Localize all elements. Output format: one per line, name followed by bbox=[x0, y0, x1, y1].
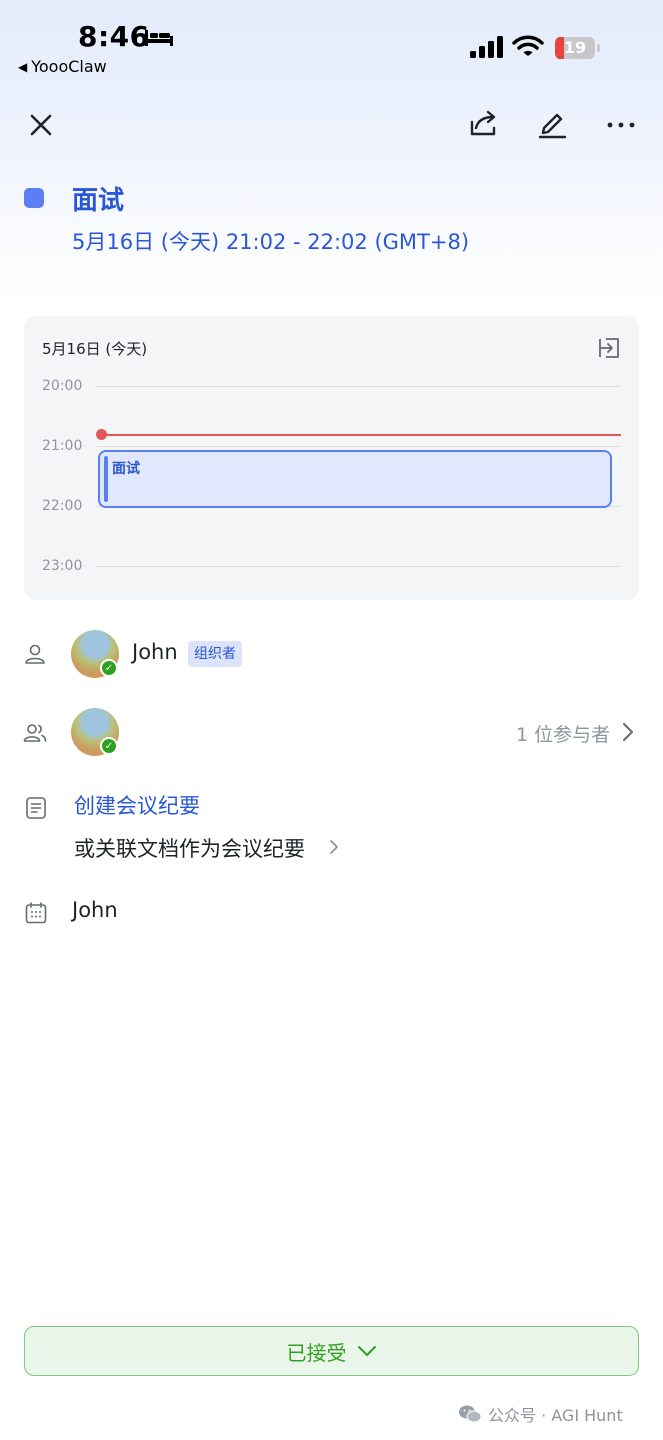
organizer-name: John bbox=[132, 640, 178, 664]
hour-line bbox=[96, 566, 620, 567]
organizer-badge: 组织者 bbox=[188, 641, 242, 667]
calendar-owner: John bbox=[72, 898, 118, 922]
day-preview-card[interactable]: 5月16日 (今天) 20:00 21:00 22:00 23:00 面试 bbox=[24, 316, 639, 600]
accepted-check-icon: ✓ bbox=[100, 659, 118, 677]
open-in-calendar-icon[interactable] bbox=[597, 336, 621, 360]
wechat-icon bbox=[459, 1405, 482, 1423]
event-accent-bar bbox=[104, 456, 108, 502]
watermark: 公众号 · AGI Hunt bbox=[458, 1402, 623, 1426]
preview-event-block[interactable]: 面试 bbox=[98, 450, 612, 508]
attendees-icon bbox=[23, 724, 47, 742]
hour-label: 22:00 bbox=[42, 498, 83, 514]
calendar-icon bbox=[25, 902, 47, 924]
close-icon[interactable] bbox=[24, 108, 58, 142]
event-color-swatch bbox=[24, 188, 44, 208]
event-time-range: 5月16日 (今天) 21:02 - 22:02 (GMT+8) bbox=[72, 230, 470, 254]
wifi-icon bbox=[512, 35, 544, 56]
battery-level: 19 bbox=[563, 38, 587, 57]
event-title: 面试 bbox=[72, 186, 125, 216]
hour-label: 20:00 bbox=[42, 378, 83, 394]
battery-indicator: 19 bbox=[554, 36, 602, 60]
back-to-app[interactable]: ◀ YoooClaw bbox=[18, 57, 107, 76]
back-app-label: YoooClaw bbox=[31, 57, 107, 76]
share-icon[interactable] bbox=[466, 106, 500, 140]
chevron-down-icon bbox=[357, 1346, 376, 1356]
rsvp-label: 已接受 bbox=[286, 1340, 347, 1365]
rsvp-accepted-button[interactable]: 已接受 bbox=[24, 1326, 639, 1376]
accepted-check-icon: ✓ bbox=[100, 737, 118, 755]
chevron-right-icon[interactable] bbox=[326, 836, 342, 858]
edit-icon[interactable] bbox=[535, 106, 569, 140]
link-doc-as-notes[interactable]: 或关联文档作为会议纪要 bbox=[74, 833, 305, 863]
hour-line bbox=[96, 386, 620, 387]
create-meeting-notes-link[interactable]: 创建会议纪要 bbox=[74, 790, 200, 820]
preview-date: 5月16日 (今天) bbox=[42, 340, 148, 358]
hour-label: 21:00 bbox=[42, 438, 83, 454]
hour-line bbox=[96, 446, 620, 447]
chevron-right-icon[interactable] bbox=[618, 720, 638, 744]
signal-icon bbox=[470, 36, 503, 58]
preview-event-label: 面试 bbox=[112, 461, 140, 477]
status-time: 8:46 bbox=[78, 20, 150, 53]
current-time-line bbox=[104, 434, 621, 436]
document-icon bbox=[26, 797, 46, 819]
hour-label: 23:00 bbox=[42, 558, 83, 574]
watermark-text: 公众号 · AGI Hunt bbox=[488, 1406, 623, 1425]
attendee-count[interactable]: 1 位参与者 bbox=[516, 720, 610, 747]
person-icon bbox=[25, 644, 45, 664]
back-triangle-icon: ◀ bbox=[18, 59, 28, 74]
more-icon[interactable] bbox=[604, 108, 638, 142]
bed-icon bbox=[145, 30, 173, 46]
